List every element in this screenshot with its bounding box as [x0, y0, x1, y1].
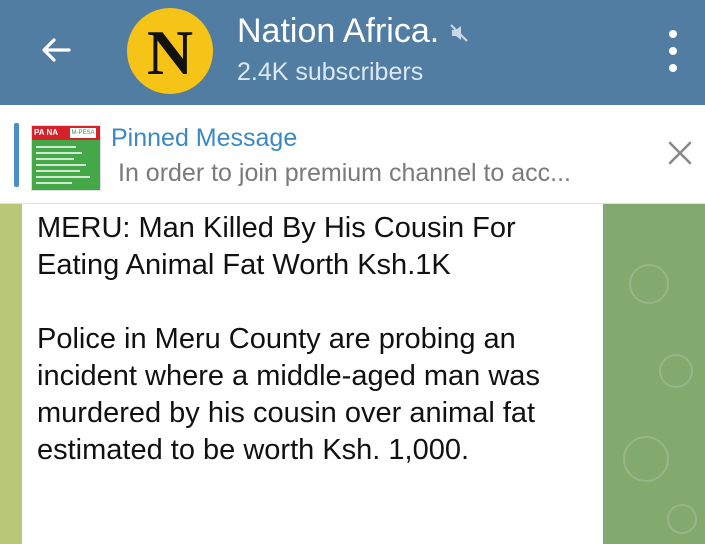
muted-speaker-icon: [450, 24, 468, 42]
message-headline: MERU: Man Killed By His Cousin For Eatin…: [37, 212, 524, 281]
chat-area[interactable]: MERU: Man Killed By His Cousin For Eatin…: [0, 204, 705, 544]
more-vertical-icon: [669, 30, 677, 38]
message-body: Police in Meru County are probing an inc…: [37, 323, 549, 466]
pinned-preview-text: In order to join premium channel to acc.…: [118, 159, 572, 187]
pinned-message-bar[interactable]: PA NA M-PESA Pinned Message In order to …: [0, 105, 705, 204]
thumbnail-badge: M-PESA: [70, 128, 96, 138]
thumbnail-label: PA NA: [34, 128, 58, 137]
more-vertical-icon: [669, 47, 677, 55]
arrow-left-icon: [42, 38, 71, 62]
message-bubble[interactable]: MERU: Man Killed By His Cousin For Eatin…: [22, 204, 603, 544]
close-icon[interactable]: [664, 137, 696, 169]
avatar-letter: N: [146, 17, 194, 88]
chat-background-left: [0, 204, 22, 544]
message-text: MERU: Man Killed By His Cousin For Eatin…: [37, 210, 592, 469]
channel-name: Nation Africa.: [237, 12, 440, 50]
pinned-title: Pinned Message: [111, 124, 298, 152]
channel-title-row[interactable]: Nation Africa.: [237, 11, 469, 51]
more-vertical-icon: [669, 64, 677, 72]
chat-background-right: [603, 204, 705, 544]
back-button[interactable]: [34, 28, 78, 72]
channel-avatar[interactable]: N: [127, 8, 213, 94]
app-header: N Nation Africa. 2.4K subscribers: [0, 0, 705, 105]
pinned-thumbnail: PA NA M-PESA: [31, 125, 101, 191]
subscriber-count: 2.4K subscribers: [237, 58, 424, 86]
pinned-accent-bar: [14, 123, 19, 187]
more-options-button[interactable]: [656, 30, 690, 72]
